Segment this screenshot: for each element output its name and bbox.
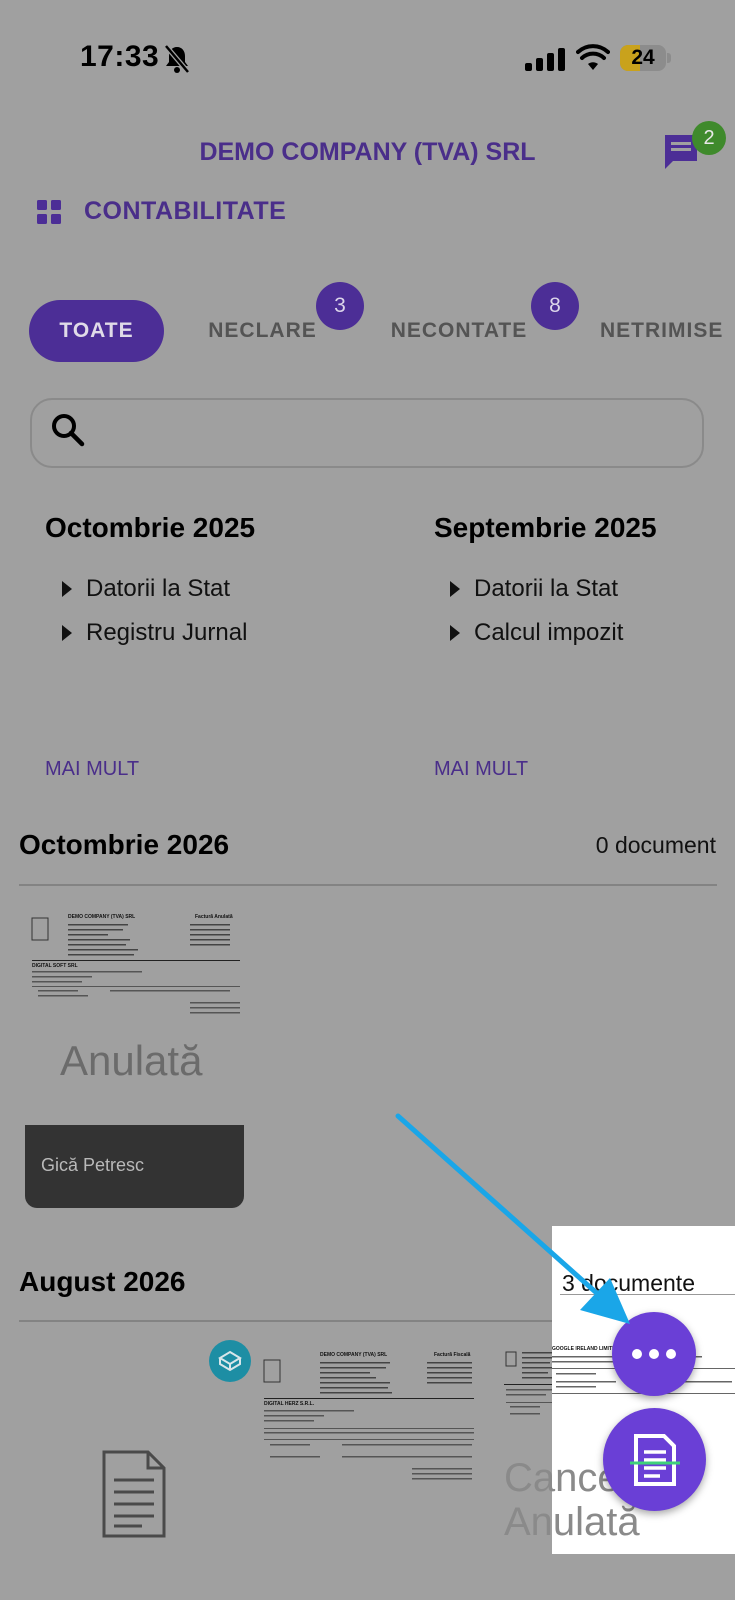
report-month-2: Septembrie 2025 <box>434 512 657 543</box>
tab-neclare[interactable]: NECLARE <box>200 300 325 362</box>
author-card[interactable]: Gică Petresc <box>25 1125 244 1208</box>
report-item[interactable]: Datorii la Stat <box>450 575 618 603</box>
report-item[interactable]: Registru Jurnal <box>62 619 247 647</box>
doc-client: DIGITAL HERZ S.R.L. <box>264 1401 315 1407</box>
document-file-icon[interactable] <box>102 1450 166 1538</box>
tab-neclare-badge: 3 <box>316 282 364 330</box>
doc-type: Factură Fiscală <box>434 1352 471 1358</box>
messages-badge: 2 <box>692 121 726 155</box>
more-link[interactable]: MAI MULT <box>45 758 139 781</box>
document-thumbnail[interactable]: DEMO COMPANY (TVA) SRL Factură Anulată D… <box>30 910 242 1020</box>
group-title: August 2026 <box>19 1266 186 1297</box>
report-month-1: Octombrie 2025 <box>45 512 256 543</box>
tab-necontate[interactable]: NECONTATE <box>384 300 534 362</box>
document-thumbnail[interactable]: DEMO COMPANY (TVA) SRL Factură Fiscală D… <box>262 1350 477 1525</box>
caret-right-icon <box>450 625 460 641</box>
company-name[interactable]: DEMO COMPANY (TVA) SRL <box>0 138 735 167</box>
cellular-signal-icon <box>525 48 565 71</box>
battery-level: 24 <box>631 46 655 69</box>
sync-button[interactable] <box>209 1340 251 1382</box>
report-item[interactable]: Calcul impozit <box>450 619 623 647</box>
section-title[interactable]: CONTABILITATE <box>84 197 286 226</box>
status-time: 17:33 <box>80 40 160 73</box>
report-item[interactable]: Datorii la Stat <box>62 575 230 603</box>
search-icon <box>52 414 85 447</box>
document-thumbnail[interactable] <box>504 1350 552 1430</box>
tab-toate[interactable]: TOATE <box>29 300 164 362</box>
tab-netrimise[interactable]: NETRIMISE <box>600 300 735 362</box>
search-input[interactable] <box>30 398 704 468</box>
bell-muted-icon <box>164 44 190 74</box>
doc-client: GOOGLE IRELAND LIMITED <box>552 1346 619 1352</box>
group-count: 0 document <box>595 832 716 858</box>
scan-document-button[interactable] <box>603 1408 706 1511</box>
invoice-preview-image: DEMO COMPANY (TVA) SRL Factură Anulată D… <box>31 914 240 1014</box>
caret-right-icon <box>450 581 460 597</box>
invoice-preview-image <box>504 1351 552 1415</box>
doc-client: DIGITAL SOFT SRL <box>32 963 78 969</box>
group-title: Octombrie 2026 <box>19 829 230 860</box>
tab-necontate-badge: 8 <box>531 282 579 330</box>
caret-right-icon <box>62 581 72 597</box>
doc-header: DEMO COMPANY (TVA) SRL <box>320 1352 387 1358</box>
more-link[interactable]: MAI MULT <box>434 758 528 781</box>
author-name: Gică Petresc <box>41 1155 145 1175</box>
apps-grid-icon[interactable] <box>37 200 62 225</box>
doc-header: DEMO COMPANY (TVA) SRL <box>68 914 135 920</box>
more-horizontal-icon <box>632 1349 642 1359</box>
caret-right-icon <box>62 625 72 641</box>
doc-type: Factură Anulată <box>195 914 233 920</box>
invoice-preview-image: DEMO COMPANY (TVA) SRL Factură Fiscală D… <box>263 1352 474 1480</box>
battery-icon: 24 <box>620 45 666 71</box>
sync-icon <box>218 1350 242 1372</box>
annotation-arrow <box>395 1113 630 1324</box>
document-status: Anulată <box>60 1037 203 1084</box>
wifi-icon <box>576 44 610 70</box>
document-scan-icon <box>629 1433 680 1486</box>
